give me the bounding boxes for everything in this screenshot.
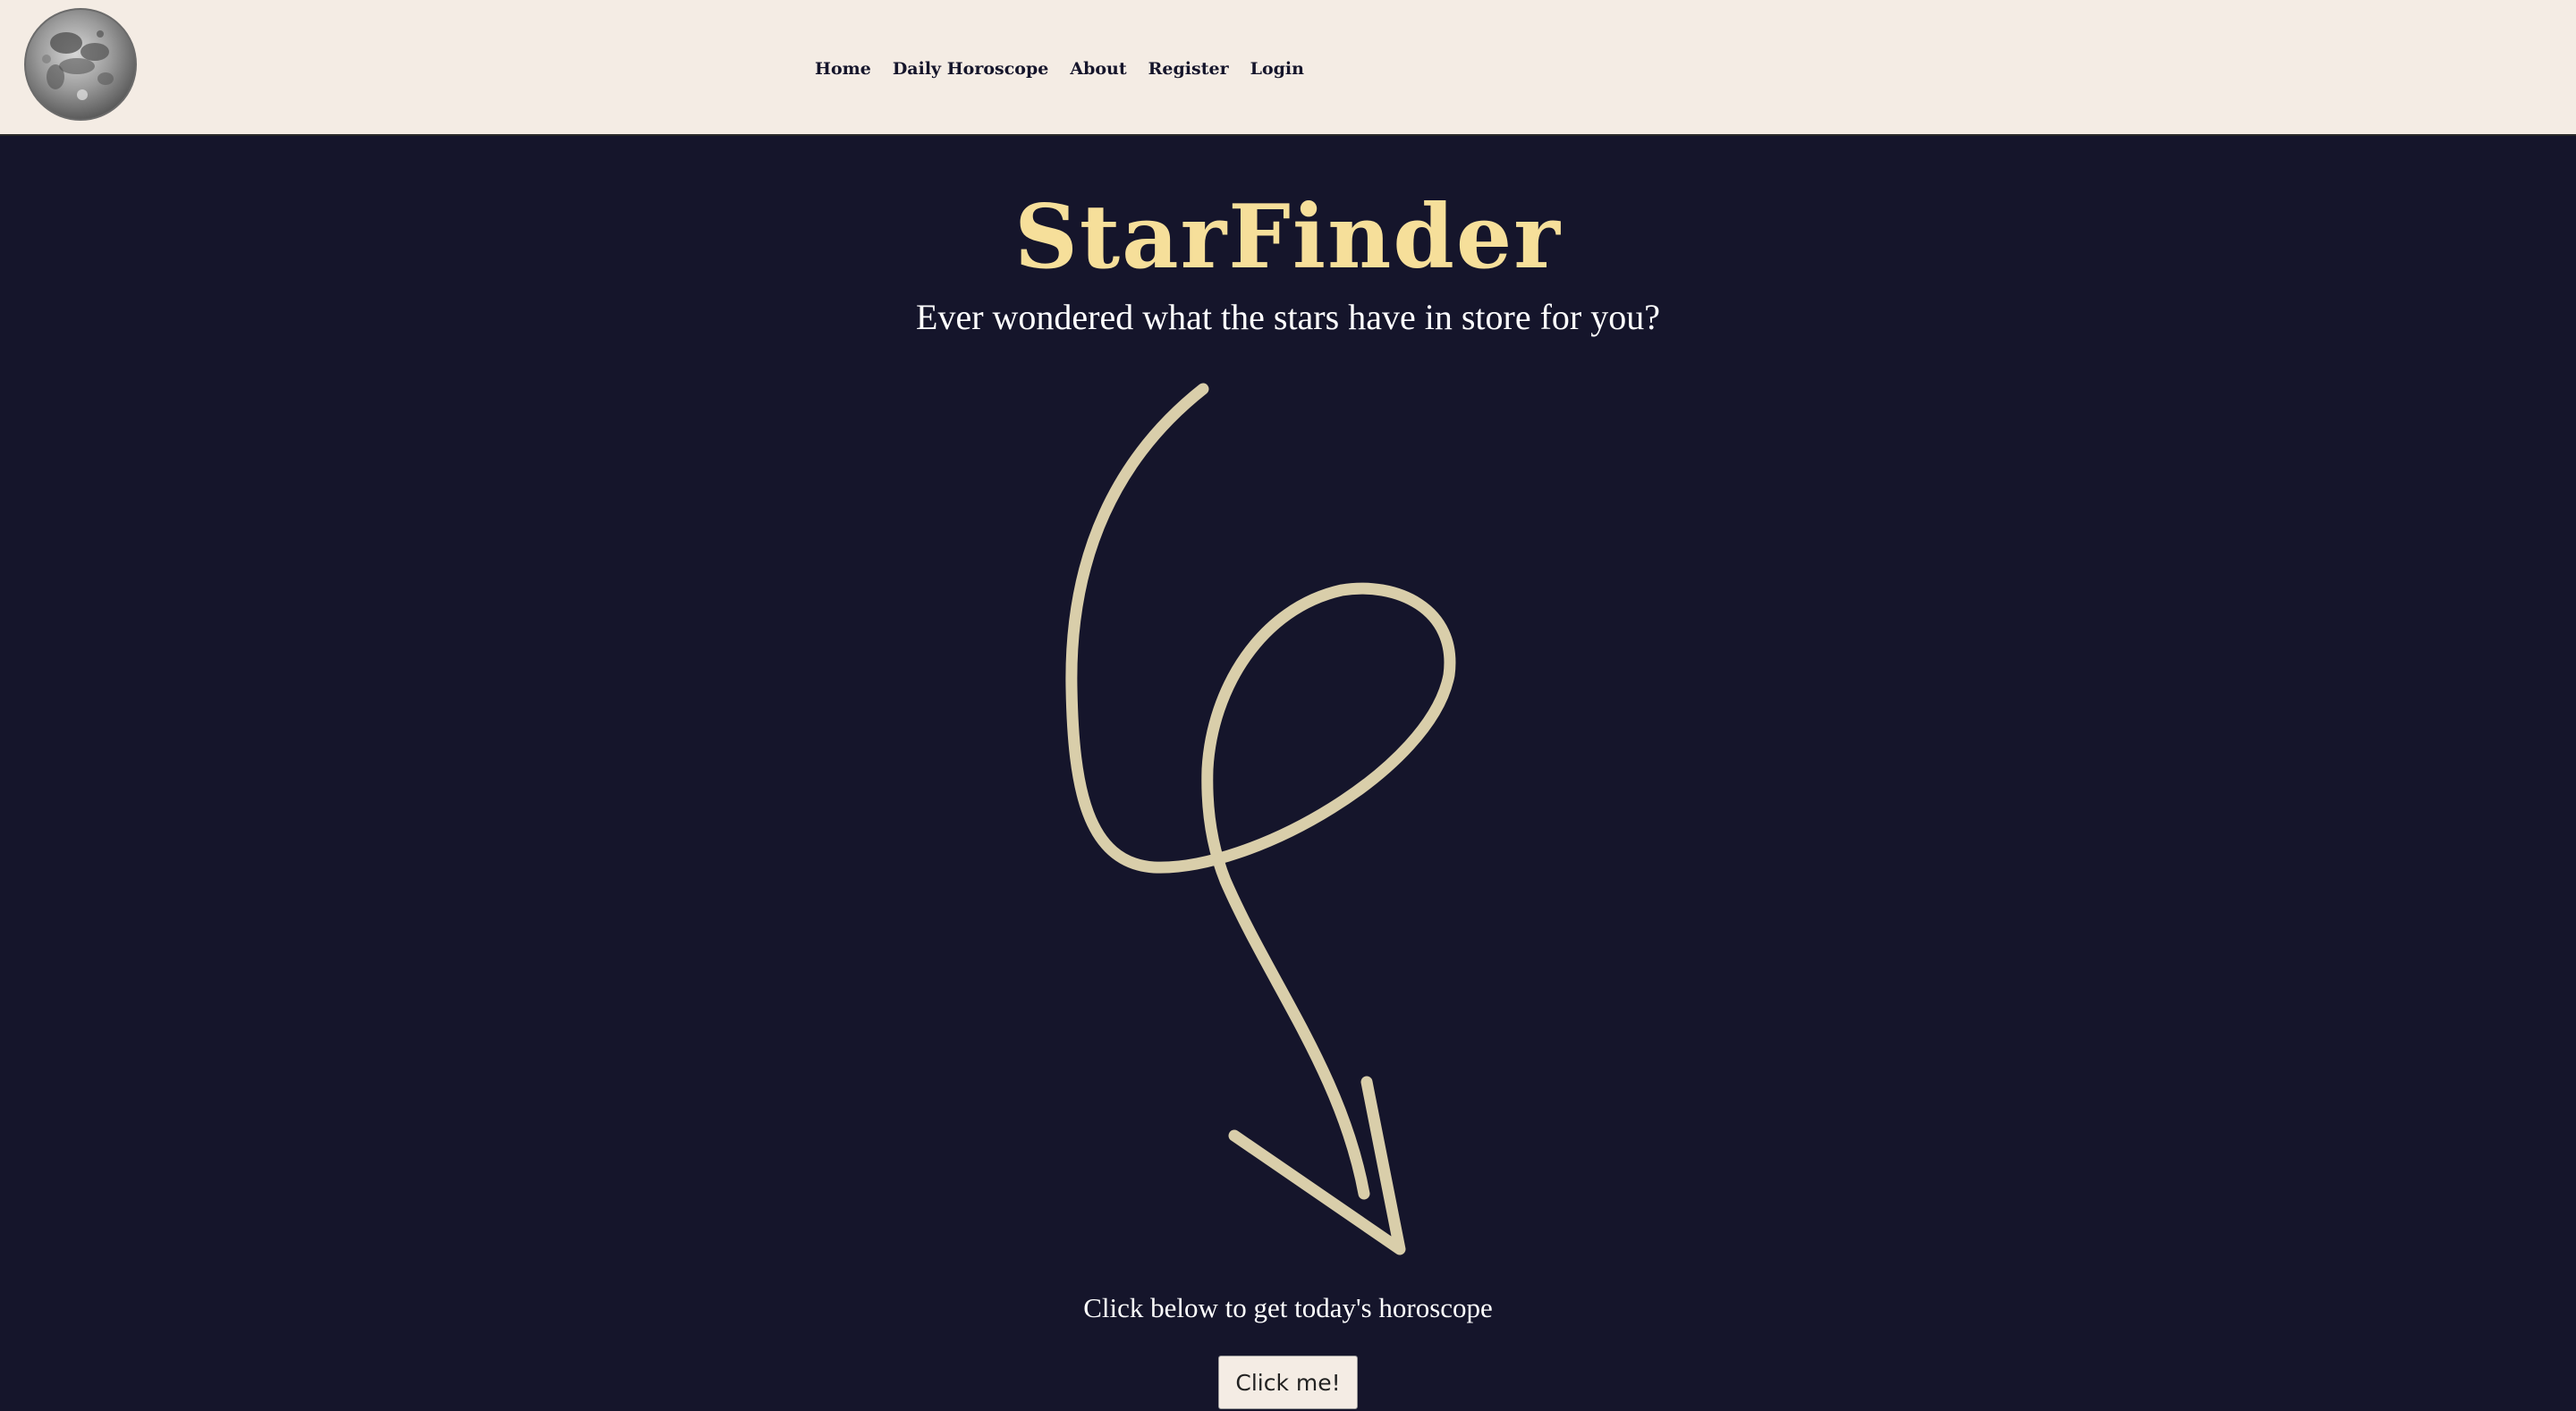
main-nav: Home Daily Horoscope About Register Logi… [815, 57, 1326, 80]
hand-drawn-arrow-icon [1065, 383, 1456, 1255]
nav-daily-horoscope[interactable]: Daily Horoscope [893, 59, 1049, 79]
nav-about[interactable]: About [1070, 59, 1126, 79]
nav-register[interactable]: Register [1148, 59, 1229, 79]
nav-home[interactable]: Home [815, 59, 871, 79]
cta-text: Click below to get today's horoscope [1083, 1292, 1493, 1323]
nav-login[interactable]: Login [1250, 59, 1304, 79]
moon-icon[interactable] [23, 7, 138, 122]
hero-subtitle: Ever wondered what the stars have in sto… [916, 297, 1660, 337]
click-me-button[interactable]: Click me! [1218, 1356, 1358, 1409]
site-title: StarFinder [1014, 186, 1562, 289]
top-navbar: Home Daily Horoscope About Register Logi… [0, 0, 2576, 136]
